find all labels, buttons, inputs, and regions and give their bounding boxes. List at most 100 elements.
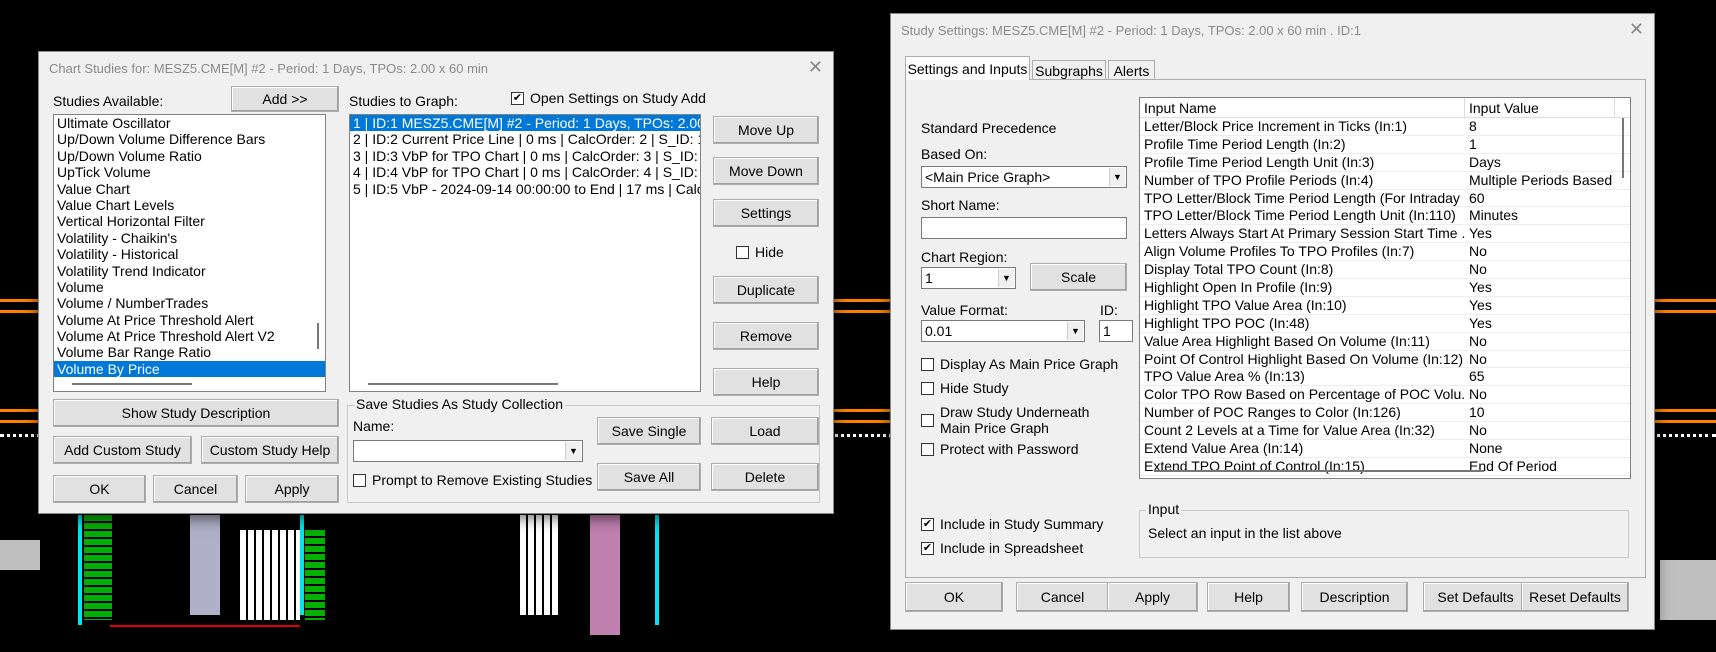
available-study-item[interactable]: Ultimate Oscillator xyxy=(54,115,325,131)
reset-defaults-button[interactable]: Reset Defaults xyxy=(1521,582,1629,612)
input-value[interactable]: Yes xyxy=(1465,297,1615,314)
input-value[interactable]: No xyxy=(1465,351,1615,368)
load-button[interactable]: Load xyxy=(711,417,819,445)
chevron-down-icon[interactable]: ▼ xyxy=(1109,168,1125,186)
input-row[interactable]: Point Of Control Highlight Based On Volu… xyxy=(1140,351,1630,369)
input-value[interactable]: None xyxy=(1465,440,1615,457)
horizontal-scrollbar[interactable] xyxy=(1154,470,1484,472)
input-value[interactable]: None xyxy=(1465,476,1615,478)
delete-button[interactable]: Delete xyxy=(711,463,819,491)
graphed-study-item[interactable]: 4 | ID:4 VbP for TPO Chart | 0 ms | Calc… xyxy=(350,164,700,180)
custom-study-help-button[interactable]: Custom Study Help xyxy=(201,436,339,464)
available-study-item[interactable]: Value Chart Levels xyxy=(54,197,325,213)
draw-underneath-checkbox[interactable]: Draw Study Underneath Main Price Graph xyxy=(921,404,1089,436)
close-icon[interactable]: ✕ xyxy=(808,57,823,78)
chevron-down-icon[interactable]: ▼ xyxy=(565,442,581,460)
input-row[interactable]: Profile Time Period Length Unit (In:3) Da… xyxy=(1140,154,1630,172)
tab-subgraphs[interactable]: Subgraphs xyxy=(1032,60,1106,80)
available-study-item[interactable]: UpTick Volume xyxy=(54,164,325,180)
tab-settings-and-inputs[interactable]: Settings and Inputs xyxy=(905,56,1030,80)
input-row[interactable]: Number of POC Ranges to Color (In:126) 10 xyxy=(1140,404,1630,423)
input-value[interactable]: No xyxy=(1465,243,1615,260)
input-row[interactable]: Align Volume Profiles To TPO Profiles (I… xyxy=(1140,243,1630,262)
input-value[interactable]: Yes xyxy=(1465,279,1615,296)
input-row[interactable]: Number of TPO Profile Periods (In:4) Mult… xyxy=(1140,172,1630,190)
save-all-button[interactable]: Save All xyxy=(597,463,701,491)
input-value[interactable]: Yes xyxy=(1465,315,1615,332)
input-row[interactable]: Profile Time Period Length (In:2) 1 xyxy=(1140,136,1630,154)
inputs-grid[interactable]: Input Name Input Value Letter/Block Pric… xyxy=(1139,97,1631,479)
help-button[interactable]: Help xyxy=(713,368,819,396)
tab-alerts[interactable]: Alerts xyxy=(1108,60,1155,80)
available-study-item[interactable]: Volume Bar Range Ratio xyxy=(54,344,325,360)
duplicate-button[interactable]: Duplicate xyxy=(713,276,819,304)
available-study-item[interactable]: Volume At Price Threshold Alert V2 xyxy=(54,328,325,344)
input-value[interactable]: No xyxy=(1465,422,1615,439)
input-value[interactable]: 60 xyxy=(1465,190,1615,207)
input-row[interactable]: TPO Letter/Block Time Period Length Unit… xyxy=(1140,207,1630,226)
input-row[interactable]: Count 2 Levels at a Time for Value Area … xyxy=(1140,422,1630,441)
input-value[interactable]: 65 xyxy=(1465,368,1615,385)
ok-button[interactable]: OK xyxy=(53,475,146,503)
available-study-item[interactable]: Volume xyxy=(54,279,325,295)
available-study-item[interactable]: Volatility - Chaikin's xyxy=(54,230,325,246)
input-row[interactable]: Extend TPO Point of Control (In:15) End O… xyxy=(1140,458,1630,476)
input-value[interactable]: 10 xyxy=(1465,404,1615,421)
input-row[interactable]: Letter/Block Price Increment in Ticks (I… xyxy=(1140,118,1630,136)
input-row[interactable]: Highlight TPO Value Area (In:10) Yes xyxy=(1140,297,1630,315)
hide-study-checkbox[interactable]: Hide Study xyxy=(921,380,1008,396)
available-study-item[interactable]: Volume / NumberTrades xyxy=(54,295,325,311)
input-value[interactable]: Minutes xyxy=(1465,207,1615,224)
input-value[interactable]: No xyxy=(1465,333,1615,350)
save-single-button[interactable]: Save Single xyxy=(597,417,701,445)
input-row[interactable]: Display Total TPO Count (In:8) No xyxy=(1140,261,1630,280)
input-value[interactable]: No xyxy=(1465,386,1615,403)
input-row[interactable]: TPO Value Area % (In:13) 65 xyxy=(1140,368,1630,387)
close-icon[interactable]: ✕ xyxy=(1629,19,1644,40)
settings-button[interactable]: Settings xyxy=(713,199,819,227)
cancel-button[interactable]: Cancel xyxy=(1016,582,1109,612)
open-settings-checkbox[interactable]: ✔ Open Settings on Study Add xyxy=(511,90,706,106)
hide-checkbox[interactable]: Hide xyxy=(736,244,784,260)
move-up-button[interactable]: Move Up xyxy=(713,116,819,144)
display-as-main-checkbox[interactable]: Display As Main Price Graph xyxy=(921,356,1118,372)
apply-button[interactable]: Apply xyxy=(1107,582,1198,612)
input-value[interactable]: End Of Period xyxy=(1465,458,1615,475)
input-row[interactable]: Highlight Open In Profile (In:9) Yes xyxy=(1140,279,1630,297)
apply-button[interactable]: Apply xyxy=(245,475,339,503)
chevron-down-icon[interactable]: ▼ xyxy=(1067,322,1083,340)
cancel-button[interactable]: Cancel xyxy=(153,475,238,503)
value-format-combo[interactable]: 0.01 ▼ xyxy=(921,320,1085,342)
available-study-item[interactable]: Up/Down Volume Difference Bars xyxy=(54,131,325,147)
add-custom-study-button[interactable]: Add Custom Study xyxy=(53,436,192,464)
column-header-input-name[interactable]: Input Name xyxy=(1140,98,1465,117)
based-on-combo[interactable]: <Main Price Graph> ▼ xyxy=(921,166,1127,188)
scale-button[interactable]: Scale xyxy=(1030,263,1127,291)
available-study-item[interactable]: Volatility Trend Indicator xyxy=(54,263,325,279)
horizontal-scrollbar[interactable] xyxy=(368,383,558,385)
available-study-item[interactable]: Vertical Horizontal Filter xyxy=(54,213,325,229)
graphed-study-item[interactable]: 2 | ID:2 Current Price Line | 0 ms | Cal… xyxy=(350,131,700,147)
horizontal-scrollbar[interactable] xyxy=(72,383,192,385)
input-value[interactable]: 1 xyxy=(1465,136,1615,153)
input-value[interactable]: Yes xyxy=(1465,225,1615,242)
include-summary-checkbox[interactable]: ✔ Include in Study Summary xyxy=(921,516,1103,532)
set-defaults-button[interactable]: Set Defaults xyxy=(1423,582,1528,612)
remove-button[interactable]: Remove xyxy=(713,322,819,350)
available-study-item[interactable]: Volatility - Historical xyxy=(54,246,325,262)
description-button[interactable]: Description xyxy=(1301,582,1408,612)
studies-available-list[interactable]: Ultimate Oscillator Up/Down Volume Differ… xyxy=(53,114,326,392)
move-down-button[interactable]: Move Down xyxy=(713,157,819,185)
short-name-input[interactable] xyxy=(921,217,1127,239)
studies-to-graph-list[interactable]: 1 | ID:1 MESZ5.CME[M] #2 - Period: 1 Day… xyxy=(349,114,701,392)
column-header-input-value[interactable]: Input Value xyxy=(1465,98,1615,117)
include-spreadsheet-checkbox[interactable]: ✔ Include in Spreadsheet xyxy=(921,540,1083,556)
available-study-item[interactable]: Value Chart xyxy=(54,181,325,197)
id-input[interactable]: 1 xyxy=(1099,320,1133,342)
input-value[interactable]: 8 xyxy=(1465,118,1615,135)
graphed-study-item[interactable]: 5 | ID:5 VbP - 2024-09-14 00:00:00 to En… xyxy=(350,181,700,197)
available-study-item[interactable]: Volume At Price Threshold Alert xyxy=(54,312,325,328)
available-study-item[interactable]: Up/Down Volume Ratio xyxy=(54,148,325,164)
chart-region-combo[interactable]: 1 ▼ xyxy=(921,267,1016,289)
input-row[interactable]: Letters Always Start At Primary Session … xyxy=(1140,225,1630,244)
